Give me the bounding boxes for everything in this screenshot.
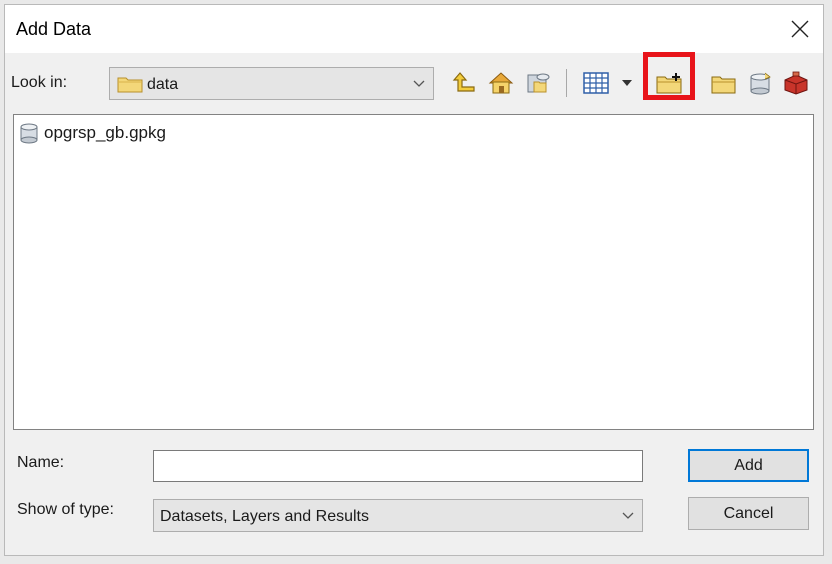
toolbox-icon [784,71,808,95]
new-folder-button[interactable] [655,69,685,97]
home-button[interactable] [486,69,516,97]
show-of-type-label: Show of type: [17,501,114,518]
name-label: Name: [17,454,65,471]
up-one-level-button[interactable] [449,69,479,97]
show-of-type-dropdown[interactable]: Datasets, Layers and Results [153,499,643,532]
file-list[interactable]: opgrsp_gb.gpkg [13,114,814,430]
database-icon [750,72,771,95]
add-button[interactable]: Add [688,449,809,482]
toolbar: Look in: data [5,57,823,109]
file-name: opgrsp_gb.gpkg [44,123,166,142]
add-data-dialog: Add Data Look in: data opgrsp_gb.gpkg Na… [4,4,824,556]
view-options-icon [583,72,609,94]
connect-folder-icon [527,73,550,93]
chevron-down-icon [413,80,425,87]
look-in-label: Look in: [11,74,68,91]
toolbox-button[interactable] [781,69,811,97]
close-icon [791,20,809,38]
connect-folder-button[interactable] [523,69,553,97]
title-bar: Add Data [5,5,823,53]
look-in-dropdown[interactable]: data [109,67,434,100]
view-options-button[interactable] [581,69,611,97]
database-button[interactable] [745,69,775,97]
cancel-button[interactable]: Cancel [688,497,809,530]
folder-button[interactable] [709,69,739,97]
show-of-type-value: Datasets, Layers and Results [160,508,369,525]
dialog-title: Add Data [16,19,92,39]
close-button[interactable] [777,5,823,53]
list-item[interactable]: opgrsp_gb.gpkg [18,121,166,145]
toolbar-separator [566,69,567,97]
view-options-dropdown-icon[interactable] [622,80,632,87]
folder-icon [711,76,736,94]
geopackage-icon [20,123,38,144]
folder-icon [117,77,143,93]
up-one-level-icon [452,72,475,92]
home-icon [488,72,514,94]
name-input[interactable] [153,450,643,482]
new-folder-icon [656,73,682,94]
look-in-value: data [147,76,179,93]
chevron-down-icon [622,512,634,519]
